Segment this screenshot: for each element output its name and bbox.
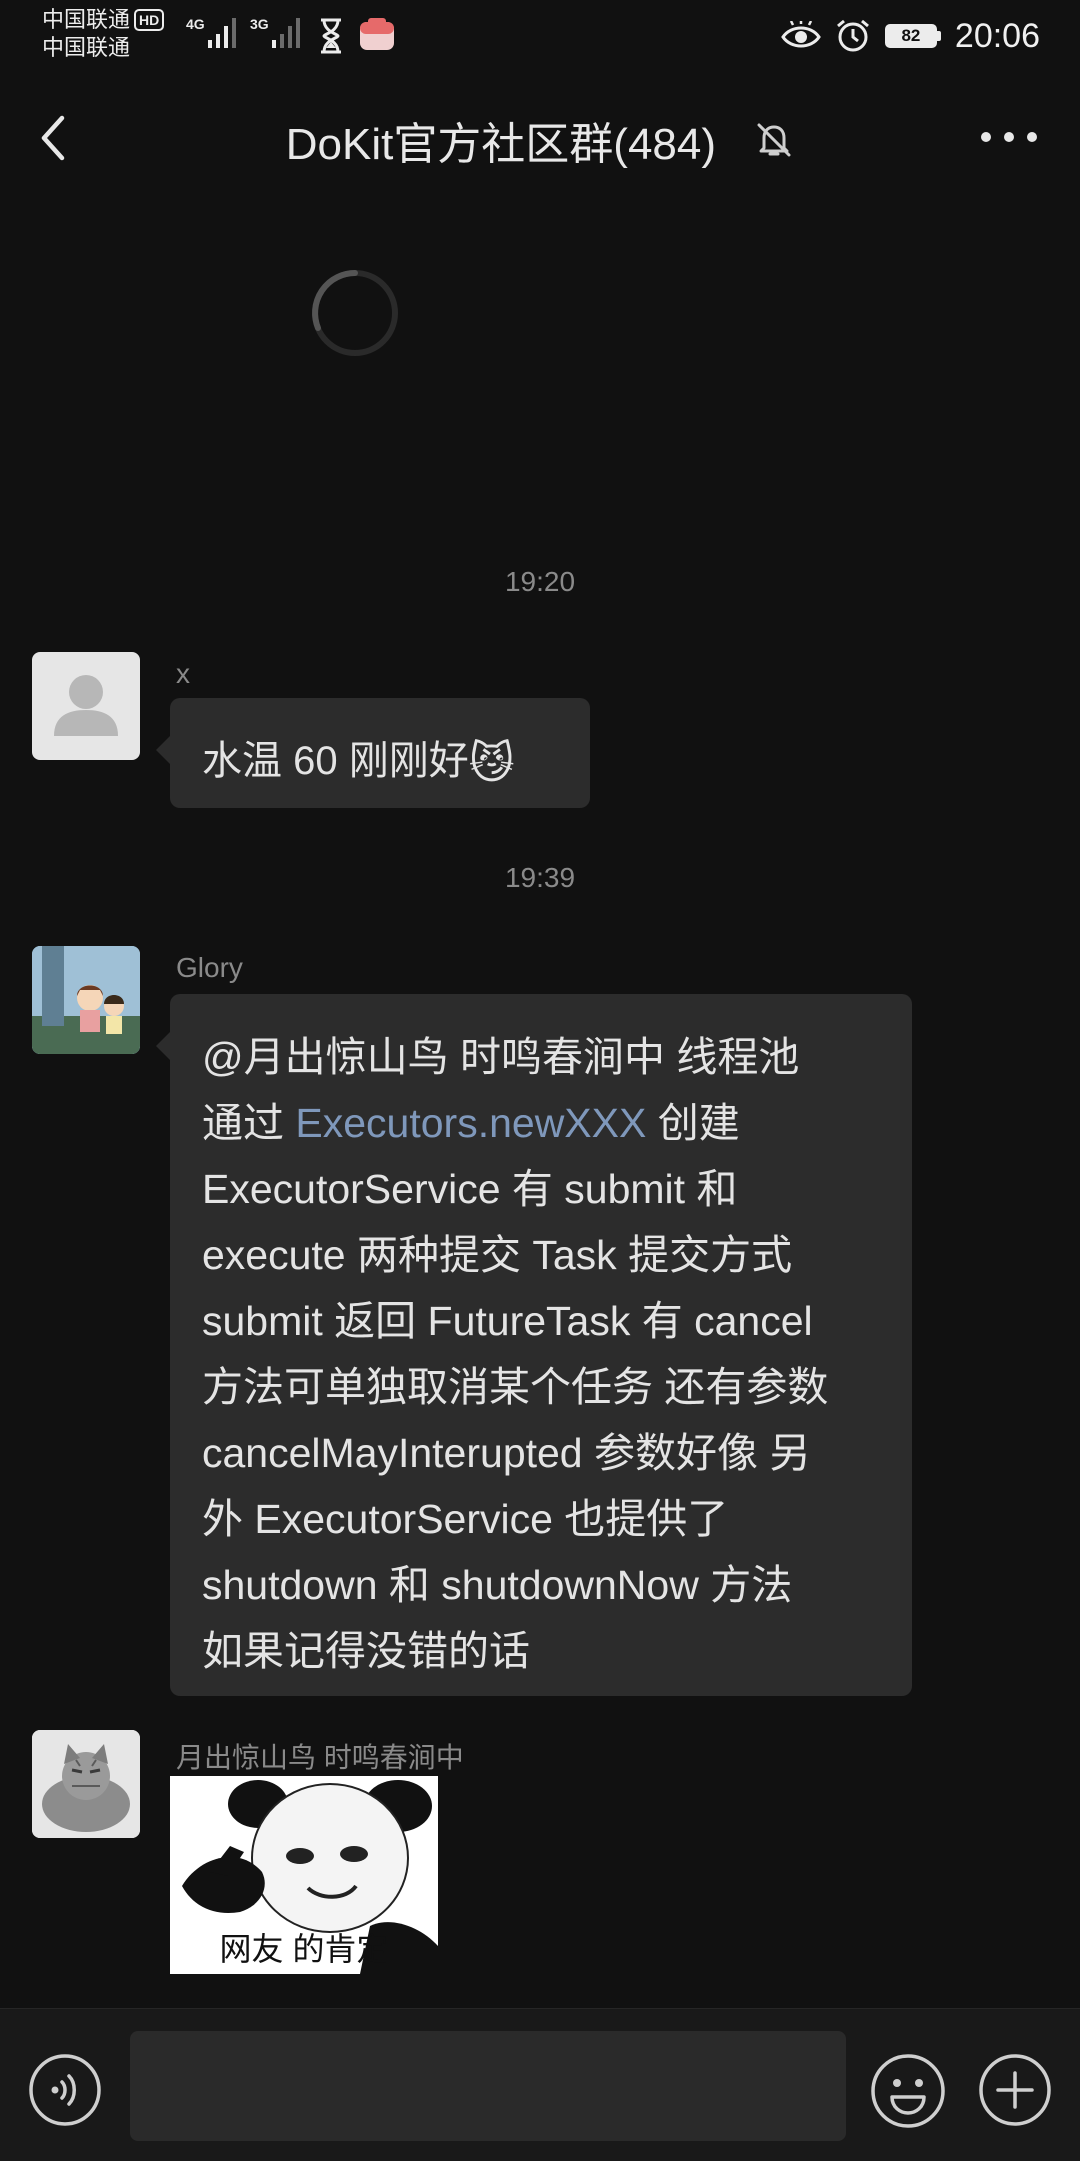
signal-bars-icon <box>272 18 300 48</box>
status-time: 20:06 <box>954 16 1040 55</box>
chat-title: DoKit官方社区群(484) <box>285 120 717 169</box>
timestamp: 19:20 <box>504 566 576 597</box>
message-line: 通过 Executors.newXXX 创建 <box>202 1090 880 1156</box>
message-line-text: 通过 <box>202 1100 296 1146</box>
sender-name: Glory <box>176 952 243 983</box>
battery-icon: 82 <box>884 24 941 48</box>
message-line: 外 ExecutorService 也提供了 <box>202 1496 729 1542</box>
plus-icon[interactable] <box>978 2053 1052 2127</box>
eye-icon <box>781 21 821 48</box>
sticker-caption: 网友 的肯定 <box>219 1931 389 1967</box>
status-bar: 中国联通 HD 中国联通 4G 3G 82 20:06 <box>0 0 1080 72</box>
default-user-icon <box>54 675 118 736</box>
carrier-2: 中国联通 <box>42 35 131 60</box>
message-link[interactable]: Executors.newXXX <box>295 1100 646 1146</box>
mute-bell-icon <box>757 123 791 157</box>
message-line: ExecutorService 有 submit 和 <box>202 1166 738 1212</box>
carrier-info: 中国联通 HD 中国联通 <box>42 6 165 62</box>
avatar[interactable] <box>32 652 140 760</box>
message-line: 如果记得没错的话 <box>202 1628 530 1674</box>
message-line: cancelMayInterupted 参数好像 另 <box>202 1430 811 1476</box>
network-type-label: 3G <box>250 16 269 32</box>
message-line: submit 返回 FutureTask 有 cancel <box>202 1298 813 1344</box>
sender-name: 月出惊山鸟 时鸣春涧中 <box>176 1742 464 1773</box>
message-line-text: 创建 <box>646 1100 740 1146</box>
message-line: @月出惊山鸟 时鸣春涧中 线程池 <box>202 1034 800 1080</box>
app-notification-icon <box>360 18 394 50</box>
emoji-icon[interactable] <box>870 2053 946 2129</box>
status-right: 82 20:06 <box>781 14 1040 58</box>
message-line: shutdown 和 shutdownNow 方法 <box>202 1562 793 1608</box>
message-text: 水温 60 刚刚好 <box>202 739 469 783</box>
message-bubble[interactable]: 水温 60 刚刚好😼 <box>156 698 590 808</box>
voice-icon[interactable] <box>28 2053 102 2127</box>
chat-header: DoKit官方社区群(484) <box>0 72 1080 204</box>
alarm-clock-icon <box>836 19 869 52</box>
loading-spinner-icon <box>312 270 398 356</box>
message-bubble[interactable]: @月出惊山鸟 时鸣春涧中 线程池 通过 Executors.newXXX 创建 … <box>156 994 912 1696</box>
sender-name: x <box>176 658 190 689</box>
battery-level: 82 <box>884 24 937 48</box>
more-dots-icon[interactable] <box>978 122 1040 152</box>
chat-title-wrap[interactable]: DoKit官方社区群(484) <box>0 108 1080 172</box>
message-line: 方法可单独取消某个任务 还有参数 <box>202 1364 829 1410</box>
hd-badge: HD <box>134 9 165 31</box>
hourglass-icon <box>321 18 341 54</box>
network-type-label: 4G <box>186 16 205 32</box>
signal-bars-icon <box>208 18 236 48</box>
timestamp: 19:39 <box>504 862 576 893</box>
cat-emoji-icon: 😼 <box>468 739 515 788</box>
sticker-image[interactable]: 网友 的肯定 <box>170 1776 438 1974</box>
message-input[interactable] <box>130 2031 846 2141</box>
input-bar <box>0 2008 1080 2161</box>
cat-avatar-icon <box>32 1730 140 1838</box>
anime-avatar-icon <box>32 946 140 1054</box>
avatar[interactable] <box>32 946 140 1054</box>
message-line: execute 两种提交 Task 提交方式 <box>202 1232 793 1278</box>
carrier-1: 中国联通 <box>42 7 131 32</box>
avatar[interactable] <box>32 1730 140 1838</box>
